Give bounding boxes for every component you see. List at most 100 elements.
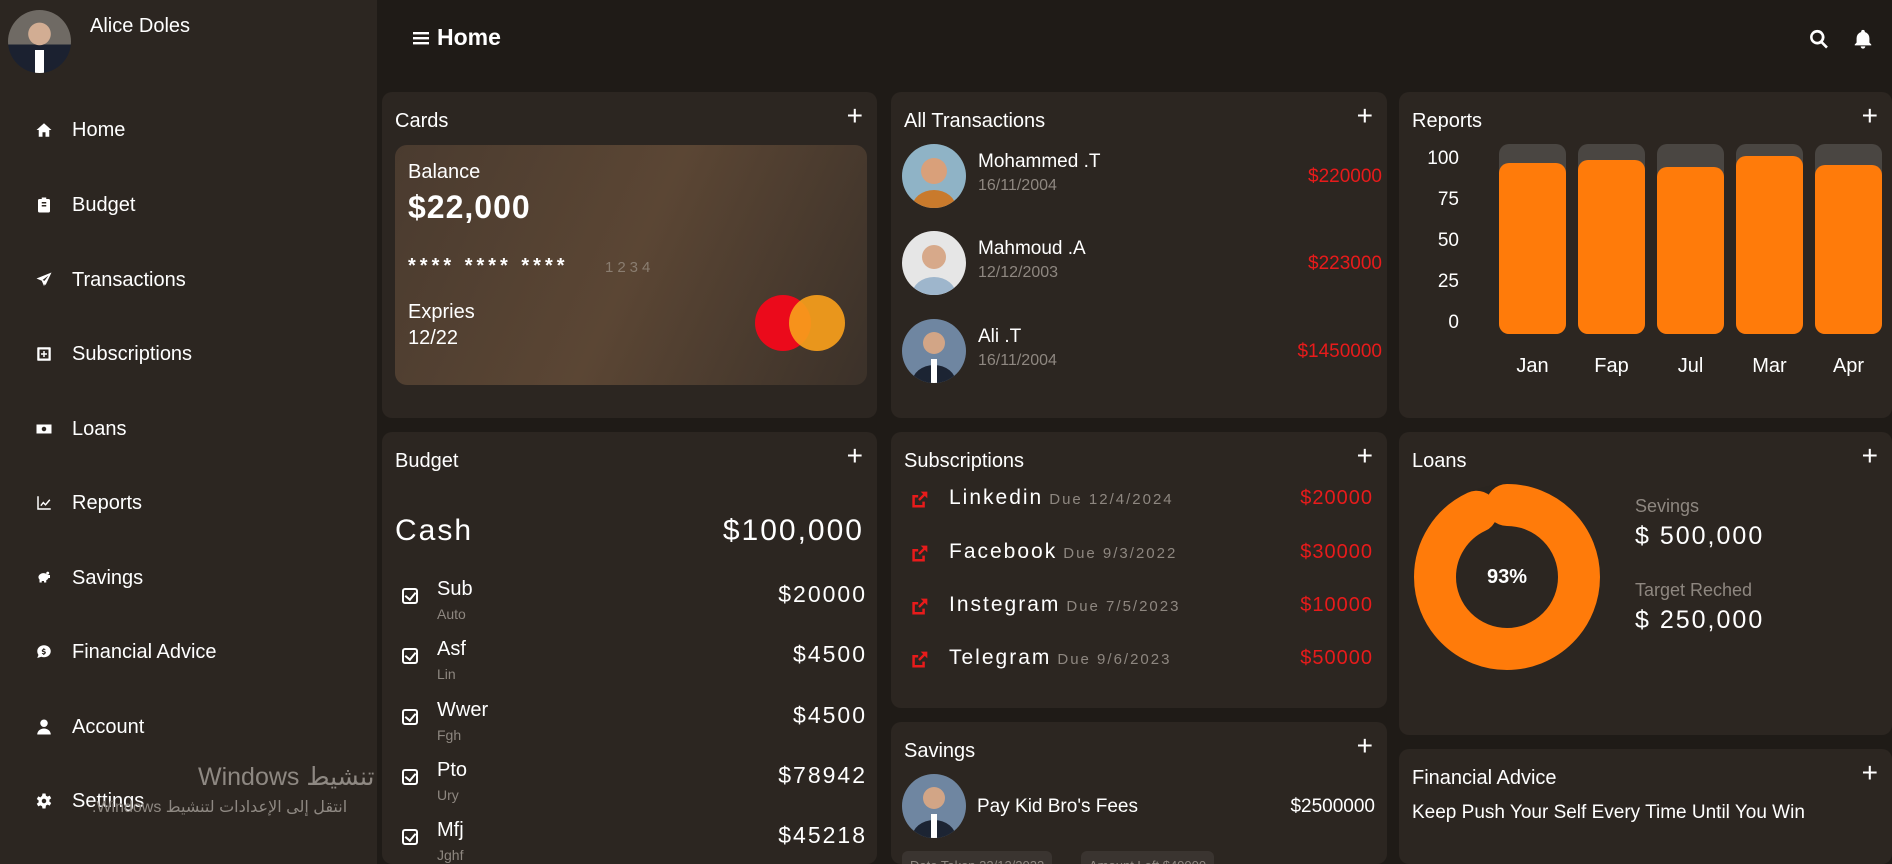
- y-tick-label: 100: [1427, 148, 1459, 169]
- loan-progress-ring: 93%: [1412, 482, 1602, 672]
- avatar: [902, 319, 966, 383]
- subscriptions-panel: Subscriptions + Linkedin Due 12/4/2024 $2…: [891, 432, 1387, 708]
- sidebar: Alice Doles Home Budget Transactions Sub…: [0, 0, 377, 864]
- bar[interactable]: [1736, 156, 1803, 334]
- checkbox[interactable]: [402, 588, 418, 604]
- checkbox[interactable]: [402, 769, 418, 785]
- budget-item-name: Mfj: [437, 819, 464, 841]
- y-tick-label: 0: [1448, 312, 1459, 333]
- advice-text: Keep Push Your Self Every Time Until You…: [1412, 802, 1805, 823]
- list-item[interactable]: Facebook Due 9/3/2022 $30000: [909, 540, 1373, 570]
- bar-track: [1736, 144, 1803, 334]
- add-budget-button[interactable]: +: [847, 442, 863, 470]
- budget-title: Budget: [395, 450, 459, 472]
- sidebar-item-label: Account: [72, 715, 145, 738]
- bell-icon[interactable]: [1852, 28, 1874, 55]
- financial-advice-panel: Financial Advice + Keep Push Your Self E…: [1399, 749, 1892, 864]
- subscription-name: Telegram Due 9/6/2023: [949, 646, 1172, 669]
- x-tick-label: Apr: [1832, 355, 1865, 377]
- checkbox[interactable]: [402, 648, 418, 664]
- sidebar-item-home[interactable]: Home: [34, 110, 354, 150]
- sidebar-item-transactions[interactable]: Transactions: [34, 260, 354, 300]
- share-square-icon: [909, 597, 929, 617]
- saving-name: Pay Kid Bro's Fees: [977, 796, 1138, 817]
- bar-track: [1815, 144, 1882, 334]
- user-profile[interactable]: Alice Doles: [8, 10, 190, 73]
- avatar: [902, 774, 966, 838]
- bar-track: [1499, 144, 1566, 334]
- list-item: Wwer Fgh $4500: [395, 699, 867, 751]
- share-square-icon: [909, 544, 929, 564]
- advice-title: Financial Advice: [1412, 767, 1557, 789]
- sidebar-item-loans[interactable]: Loans: [34, 409, 354, 449]
- savings-value: $ 500,000: [1635, 522, 1765, 550]
- sidebar-item-label: Budget: [72, 193, 136, 216]
- subscription-name: Facebook Due 9/3/2022: [949, 540, 1178, 563]
- budget-item-name: Pto: [437, 759, 468, 781]
- reports-title: Reports: [1412, 110, 1483, 132]
- list-item[interactable]: Ali .T 16/11/2004 $1450000: [902, 319, 1384, 383]
- sidebar-item-subscriptions[interactable]: Subscriptions: [34, 334, 354, 374]
- budget-item-name: Asf: [437, 638, 466, 660]
- subscription-amount: $50000: [1300, 647, 1373, 669]
- budget-item-amount: $45218: [778, 822, 867, 848]
- checkbox[interactable]: [402, 709, 418, 725]
- card-number-mask: **** **** ****: [408, 255, 569, 277]
- sidebar-item-label: Loans: [72, 417, 127, 440]
- sidebar-item-reports[interactable]: Reports: [34, 483, 354, 523]
- bar[interactable]: [1578, 160, 1645, 334]
- add-advice-button[interactable]: +: [1862, 759, 1878, 787]
- mastercard-logo-icon: [755, 295, 845, 351]
- sidebar-item-budget[interactable]: Budget: [34, 185, 354, 225]
- checkbox[interactable]: [402, 829, 418, 845]
- credit-card[interactable]: Balance $22,000 **** **** **** 1234 Expr…: [395, 145, 867, 385]
- subscription-amount: $20000: [1300, 487, 1373, 509]
- windows-watermark-subtitle: انتقل إلى الإعدادات لتنشيط Windows.: [92, 799, 348, 816]
- sidebar-item-savings[interactable]: Savings: [34, 558, 354, 598]
- balance-value: $22,000: [408, 189, 531, 225]
- menu-icon[interactable]: [413, 30, 429, 46]
- loan-percent: 93%: [1486, 565, 1528, 588]
- user-name: Alice Doles: [90, 15, 191, 37]
- add-saving-button[interactable]: +: [1357, 732, 1373, 760]
- plus-square-icon: [34, 344, 54, 364]
- budget-item-category: Auto: [437, 606, 466, 622]
- add-report-button[interactable]: +: [1862, 102, 1878, 130]
- list-item[interactable]: Mahmoud .A 12/12/2003 $223000: [902, 231, 1384, 295]
- budget-item-amount: $78942: [778, 762, 867, 788]
- budget-item-category: Lin: [437, 666, 456, 682]
- transaction-amount: $1450000: [1297, 341, 1382, 362]
- share-square-icon: [909, 490, 929, 510]
- transactions-panel: All Transactions + Mohammed .T 16/11/200…: [891, 92, 1387, 418]
- sidebar-item-financial-advice[interactable]: Financial Advice: [34, 632, 354, 672]
- add-transaction-button[interactable]: +: [1357, 102, 1373, 130]
- add-subscription-button[interactable]: +: [1357, 442, 1373, 470]
- sidebar-item-account[interactable]: Account: [34, 707, 354, 747]
- y-tick-label: 75: [1437, 189, 1459, 210]
- add-card-button[interactable]: +: [847, 102, 863, 130]
- transaction-name: Mahmoud .A: [978, 238, 1086, 259]
- transaction-amount: $220000: [1308, 166, 1382, 187]
- bar[interactable]: [1657, 167, 1724, 334]
- list-item[interactable]: Instegram Due 7/5/2023 $10000: [909, 593, 1373, 623]
- x-tick-label: Fap: [1594, 355, 1629, 377]
- search-icon[interactable]: [1808, 28, 1830, 55]
- page-title: Home: [413, 24, 501, 51]
- list-item: Mfj Jghf $45218: [395, 819, 867, 864]
- bar[interactable]: [1499, 163, 1566, 334]
- list-item[interactable]: Mohammed .T 16/11/2004 $220000: [902, 144, 1384, 208]
- avatar: [902, 144, 966, 208]
- savings-label: Sevings: [1635, 496, 1700, 516]
- add-loan-button[interactable]: +: [1862, 442, 1878, 470]
- budget-item-name: Sub: [437, 578, 473, 600]
- bar[interactable]: [1815, 165, 1882, 334]
- subscriptions-title: Subscriptions: [904, 450, 1025, 472]
- list-item[interactable]: Telegram Due 9/6/2023 $50000: [909, 646, 1373, 676]
- budget-item-amount: $4500: [793, 641, 867, 667]
- sidebar-item-label: Financial Advice: [72, 640, 217, 663]
- reports-panel: Reports + 100 75 50 25 0 Jan Fap Jul Mar Apr: [1399, 92, 1892, 418]
- transaction-date: 12/12/2003: [978, 264, 1059, 281]
- loans-title: Loans: [1412, 450, 1467, 472]
- budget-item-category: Jghf: [437, 847, 464, 863]
- list-item[interactable]: Linkedin Due 12/4/2024 $20000: [909, 486, 1373, 516]
